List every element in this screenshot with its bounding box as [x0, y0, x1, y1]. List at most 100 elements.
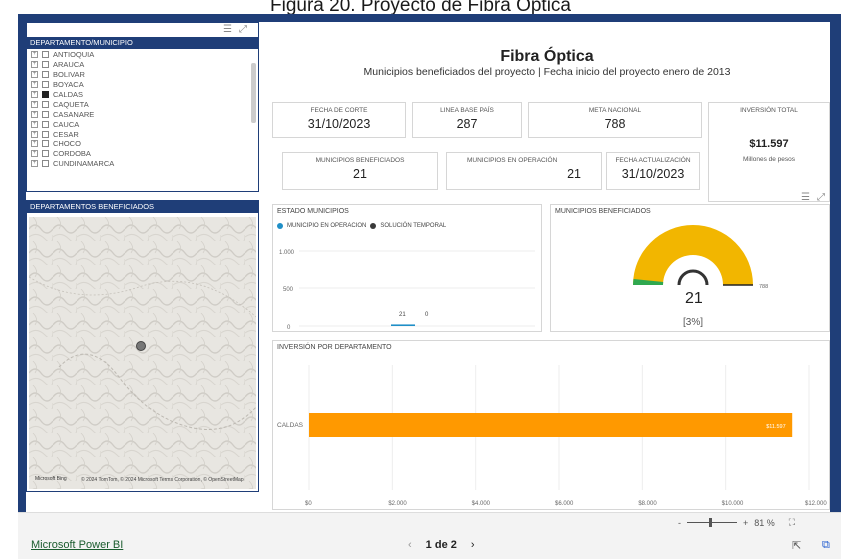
map-area[interactable]: Microsoft Bing © 2024 TomTom, © 2024 Mic…: [29, 217, 256, 489]
gauge-percent: [3%]: [683, 317, 703, 328]
zoom-level: 81 %: [754, 517, 775, 528]
kpi-value: 31/10/2023: [307, 117, 371, 131]
slicer-item[interactable]: + CHOCO: [27, 139, 247, 149]
expand-icon[interactable]: +: [31, 91, 38, 98]
slicer-item[interactable]: + BOLIVAR: [27, 70, 247, 80]
map-credit[interactable]: © 2024 TomTom, © 2024 Microsoft Terms Co…: [81, 477, 244, 483]
bing-logo: Microsoft Bing: [35, 476, 67, 482]
zoom-thumb[interactable]: [709, 518, 712, 527]
checkbox[interactable]: [42, 120, 49, 128]
kpi-linea-base: LINEA BASE PAÍS 287: [412, 102, 522, 138]
slicer-item[interactable]: + ARAUCA: [27, 60, 247, 70]
zoom-in-button[interactable]: +: [743, 518, 748, 528]
expand-icon[interactable]: +: [31, 110, 38, 118]
checkbox[interactable]: [42, 100, 49, 108]
slicer-focus-icon[interactable]: ⤢: [239, 24, 247, 35]
bar-caldas[interactable]: [309, 413, 793, 437]
slicer-filter-icon[interactable]: ☰: [223, 24, 232, 35]
inversion-por-departamento-chart[interactable]: INVERSIÓN POR DEPARTAMENTO CALDAS $11.59…: [272, 340, 830, 510]
report-viewer: ☰ ⤢ DEPARTAMENTO/MUNICIPIO + ANTIOQUIA + AR…: [18, 14, 841, 512]
checkbox[interactable]: [42, 160, 49, 168]
kpi-value: 21: [567, 167, 581, 181]
zoom-control[interactable]: - + 81 % ⛶: [678, 517, 795, 528]
municipios-gauge[interactable]: MUNICIPIOS BENEFICIADOS 21 788 [3%]: [550, 204, 830, 332]
slicer-item-label: BOYACA: [53, 80, 84, 90]
slicer-item[interactable]: + CASANARE: [27, 109, 247, 119]
checkbox[interactable]: [42, 71, 49, 79]
estado-municipios-chart[interactable]: ESTADO MUNICIPIOS MUNICIPIO EN OPERACION…: [272, 204, 542, 332]
kpi-label: FECHA ACTUALIZACIÓN: [615, 157, 691, 164]
expand-icon[interactable]: +: [31, 61, 38, 69]
checkbox[interactable]: [42, 150, 49, 158]
slicer-item-label: ANTIOQUIA: [53, 50, 95, 60]
kpi-label: MUNICIPIOS BENEFICIADOS: [315, 157, 405, 164]
visual-filter-icon[interactable]: ☰: [801, 192, 810, 203]
expand-icon[interactable]: +: [31, 81, 38, 89]
bar-label-operacion: 21: [399, 312, 406, 318]
x-tick: $2.000: [388, 501, 407, 507]
department-slicer[interactable]: ☰ ⤢ DEPARTAMENTO/MUNICIPIO + ANTIOQUIA + AR…: [26, 22, 259, 192]
expand-icon[interactable]: +: [31, 71, 38, 79]
gauge-needle-arc: [677, 269, 709, 286]
expand-icon[interactable]: +: [31, 160, 38, 168]
checkbox[interactable]: [42, 61, 49, 69]
expand-icon[interactable]: +: [31, 130, 38, 138]
slicer-item[interactable]: + CUNDINAMARCA: [27, 159, 247, 169]
report-title: Fibra Óptica: [500, 48, 594, 65]
kpi-value: 287: [456, 117, 478, 131]
x-tick: $0: [305, 501, 312, 507]
map-header: DEPARTAMENTOS BENEFICIADOS: [27, 201, 258, 213]
kpi-label: META NACIONAL: [588, 107, 642, 114]
map-visual[interactable]: DEPARTAMENTOS BENEFICIADOS Microsoft Bin…: [26, 200, 259, 492]
expand-icon[interactable]: +: [31, 100, 38, 108]
slicer-item[interactable]: + CALDAS: [27, 90, 247, 100]
y-tick: 1.000: [279, 250, 295, 256]
fit-to-page-icon[interactable]: ⛶: [789, 517, 795, 528]
bar-label-temporal: 0: [425, 312, 429, 318]
checkbox[interactable]: [42, 110, 49, 118]
checkbox[interactable]: [42, 51, 49, 59]
map-location-marker[interactable]: [136, 341, 146, 351]
slicer-scrollbar[interactable]: [251, 63, 256, 123]
powerbi-link[interactable]: Microsoft Power BI: [31, 539, 123, 551]
gauge-value: 21: [685, 290, 703, 307]
x-tick: $4.000: [472, 501, 491, 507]
y-tick: 0: [287, 325, 291, 331]
expand-icon[interactable]: +: [31, 140, 38, 148]
slicer-item[interactable]: + CESAR: [27, 129, 247, 139]
report-canvas: ☰ ⤢ DEPARTAMENTO/MUNICIPIO + ANTIOQUIA + AR…: [26, 22, 830, 512]
slicer-header: DEPARTAMENTO/MUNICIPIO: [27, 37, 258, 49]
slicer-item[interactable]: + CORDOBA: [27, 149, 247, 159]
slicer-item[interactable]: + CAQUETA: [27, 99, 247, 109]
x-tick: $8.000: [638, 501, 657, 507]
kpi-label: MUNICIPIOS EN OPERACIÓN: [467, 157, 558, 164]
share-icon[interactable]: ⇱: [792, 539, 801, 552]
checkbox[interactable]: [42, 91, 49, 98]
prev-page-icon[interactable]: ‹: [408, 539, 412, 551]
next-page-icon[interactable]: ›: [471, 539, 475, 551]
gauge-arc: [633, 225, 753, 285]
x-tick: $10.000: [722, 501, 744, 507]
legend-label-operacion: MUNICIPIO EN OPERACION: [287, 223, 367, 229]
bar-operacion[interactable]: [391, 324, 415, 326]
slicer-item[interactable]: + ANTIOQUIA: [27, 50, 247, 60]
expand-icon[interactable]: +: [31, 51, 38, 59]
kpi-value: 31/10/2023: [621, 167, 685, 181]
checkbox[interactable]: [42, 130, 49, 138]
expand-icon[interactable]: +: [31, 150, 38, 158]
kpi-label: FECHA DE CORTE: [310, 107, 368, 114]
zoom-slider[interactable]: [687, 518, 737, 527]
checkbox[interactable]: [42, 81, 49, 89]
zoom-out-button[interactable]: -: [678, 518, 681, 528]
visual-focus-icon[interactable]: ⤢: [817, 192, 825, 203]
page-indicator: 1 de 2: [425, 539, 457, 551]
terrain-background: [29, 217, 256, 489]
checkbox[interactable]: [42, 140, 49, 148]
slicer-item[interactable]: + CAUCA: [27, 119, 247, 129]
slicer-item-label: CUNDINAMARCA: [53, 159, 115, 169]
slicer-item-label: CAUCA: [53, 119, 80, 129]
slicer-item[interactable]: + BOYACA: [27, 80, 247, 90]
fullscreen-icon[interactable]: ⧉: [822, 539, 830, 552]
expand-icon[interactable]: +: [31, 120, 38, 128]
slicer-list: + ANTIOQUIA + ARAUCA + BOLIVAR + BOYACA + CALDAS +…: [27, 50, 247, 169]
